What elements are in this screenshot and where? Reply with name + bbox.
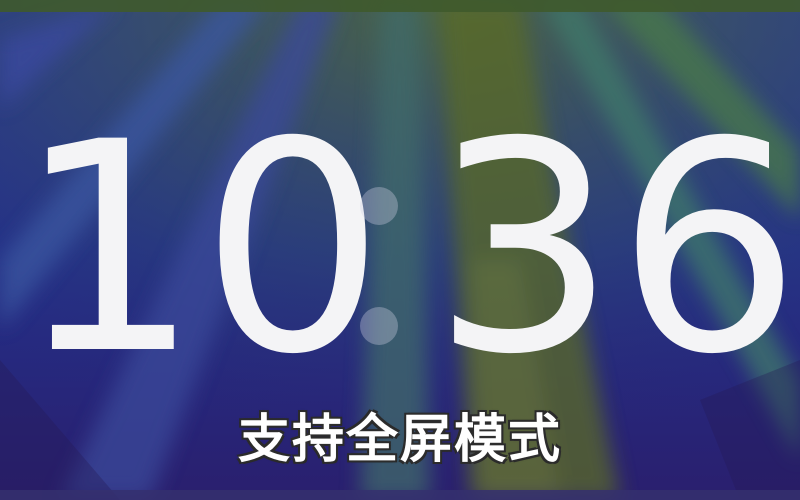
top-edge-strip: [0, 0, 800, 12]
clock-minutes: 36: [432, 81, 800, 418]
fullscreen-mode-caption: 支持全屏模式: [237, 410, 562, 470]
colon-dot-top: [360, 187, 398, 225]
clock-hours: 10: [16, 81, 386, 418]
colon-dot-bottom: [360, 307, 398, 345]
fullscreen-clock-screen: 10 36 支持全屏模式: [0, 0, 800, 500]
bottom-edge-strip: [0, 490, 800, 500]
